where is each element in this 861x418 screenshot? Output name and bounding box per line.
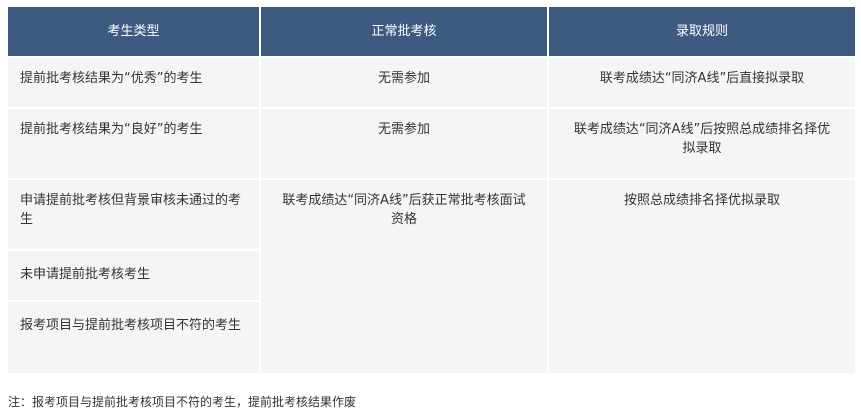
table-row-good-type: 提前批考核结果为“良好”的考生 <box>8 109 259 178</box>
table-row-excellent-normal: 无需参加 <box>261 58 547 107</box>
table-row-good-normal: 无需参加 <box>261 109 547 178</box>
merged-admission-rule: 按照总成绩排名择优拟录取 <box>549 180 855 373</box>
table-row-not-applied-type: 未申请提前批考核考生 <box>8 251 259 300</box>
admission-table: 考生类型 正常批考核 录取规则 提前批考核结果为“优秀”的考生 无需参加 联考成… <box>8 7 855 373</box>
header-admission-rule: 录取规则 <box>549 7 855 56</box>
table-row-excellent-type: 提前批考核结果为“优秀”的考生 <box>8 58 259 107</box>
footnote: 注：报考项目与提前批考核项目不符的考生，提前批考核结果作废 <box>8 395 357 409</box>
merged-normal-assessment: 联考成绩达“同济A线”后获正常批考核面试资格 <box>261 180 547 373</box>
header-candidate-type: 考生类型 <box>8 7 259 56</box>
table-row-mismatch-type: 报考项目与提前批考核项目不符的考生 <box>8 302 259 373</box>
table-row-excellent-rule: 联考成绩达“同济A线”后直接拟录取 <box>549 58 855 107</box>
table-row-good-rule: 联考成绩达“同济A线”后按照总成绩排名择优拟录取 <box>549 109 855 178</box>
header-normal-assessment: 正常批考核 <box>261 7 547 56</box>
table-row-background-failed-type: 申请提前批考核但背景审核未通过的考生 <box>8 180 259 249</box>
